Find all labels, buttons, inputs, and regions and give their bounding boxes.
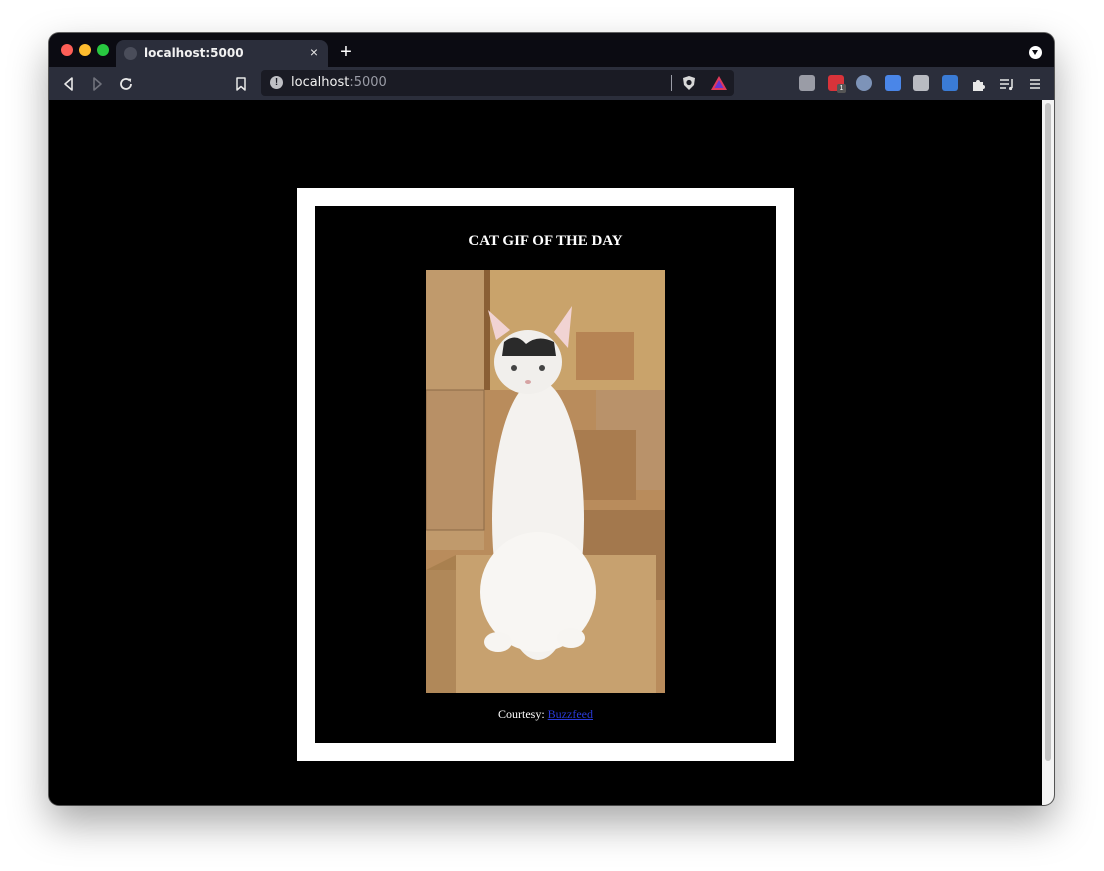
bookmark-icon[interactable] — [231, 74, 251, 94]
white-frame: CAT GIF OF THE DAY Courtesy: Buzzfeed — [297, 188, 794, 761]
cat-gif-illustration — [426, 270, 665, 693]
tab-title: localhost:5000 — [144, 46, 244, 60]
scrollbar-thumb[interactable] — [1045, 103, 1051, 761]
extension-bitly-icon[interactable] — [942, 75, 958, 91]
tab-localhost[interactable]: localhost:5000 × — [116, 40, 328, 67]
vertical-scrollbar[interactable] — [1042, 100, 1054, 805]
new-tab-button[interactable]: + — [337, 42, 355, 62]
extension-translate-icon[interactable] — [885, 75, 901, 91]
menu-icon[interactable] — [1025, 74, 1045, 94]
url-port: :5000 — [349, 75, 387, 90]
brave-rewards-icon[interactable] — [709, 73, 729, 93]
site-info-icon[interactable]: ! — [270, 76, 283, 89]
url-host: localhost — [291, 75, 350, 90]
cat-gif-image — [426, 270, 665, 693]
browser-window: localhost:5000 × + ! localhost:5000 1 CA… — [49, 33, 1054, 805]
extension-badge: 1 — [837, 84, 846, 93]
reading-list-icon[interactable] — [997, 74, 1017, 94]
extension-copy-icon[interactable] — [799, 75, 815, 91]
buzzfeed-link[interactable]: Buzzfeed — [548, 707, 593, 721]
extension-code-icon[interactable] — [913, 75, 929, 91]
close-window-button[interactable] — [61, 44, 73, 56]
extension-todo-icon[interactable]: 1 — [828, 75, 846, 93]
forward-icon[interactable] — [87, 74, 107, 94]
toolbar: ! localhost:5000 1 — [49, 67, 1054, 100]
url-text[interactable]: localhost:5000 — [291, 75, 387, 90]
url-divider — [671, 75, 672, 91]
page-title: CAT GIF OF THE DAY — [468, 233, 623, 249]
page-viewport: CAT GIF OF THE DAY Courtesy: Buzzfeed — [49, 100, 1042, 805]
tab-search-icon[interactable] — [1029, 46, 1042, 59]
brave-shields-icon[interactable] — [679, 73, 699, 93]
courtesy-line: Courtesy: Buzzfeed — [315, 707, 776, 722]
tab-close-icon[interactable]: × — [306, 44, 322, 60]
extension-search-icon[interactable] — [856, 75, 872, 91]
tab-strip: localhost:5000 × + — [49, 33, 1054, 67]
globe-icon — [124, 47, 137, 60]
black-panel: CAT GIF OF THE DAY Courtesy: Buzzfeed — [315, 206, 776, 743]
reload-icon[interactable] — [116, 74, 136, 94]
maximize-window-button[interactable] — [97, 44, 109, 56]
address-bar[interactable]: ! localhost:5000 — [261, 70, 734, 96]
courtesy-label: Courtesy: — [498, 707, 548, 721]
extensions-icon[interactable] — [969, 74, 989, 94]
minimize-window-button[interactable] — [79, 44, 91, 56]
back-icon[interactable] — [59, 74, 79, 94]
